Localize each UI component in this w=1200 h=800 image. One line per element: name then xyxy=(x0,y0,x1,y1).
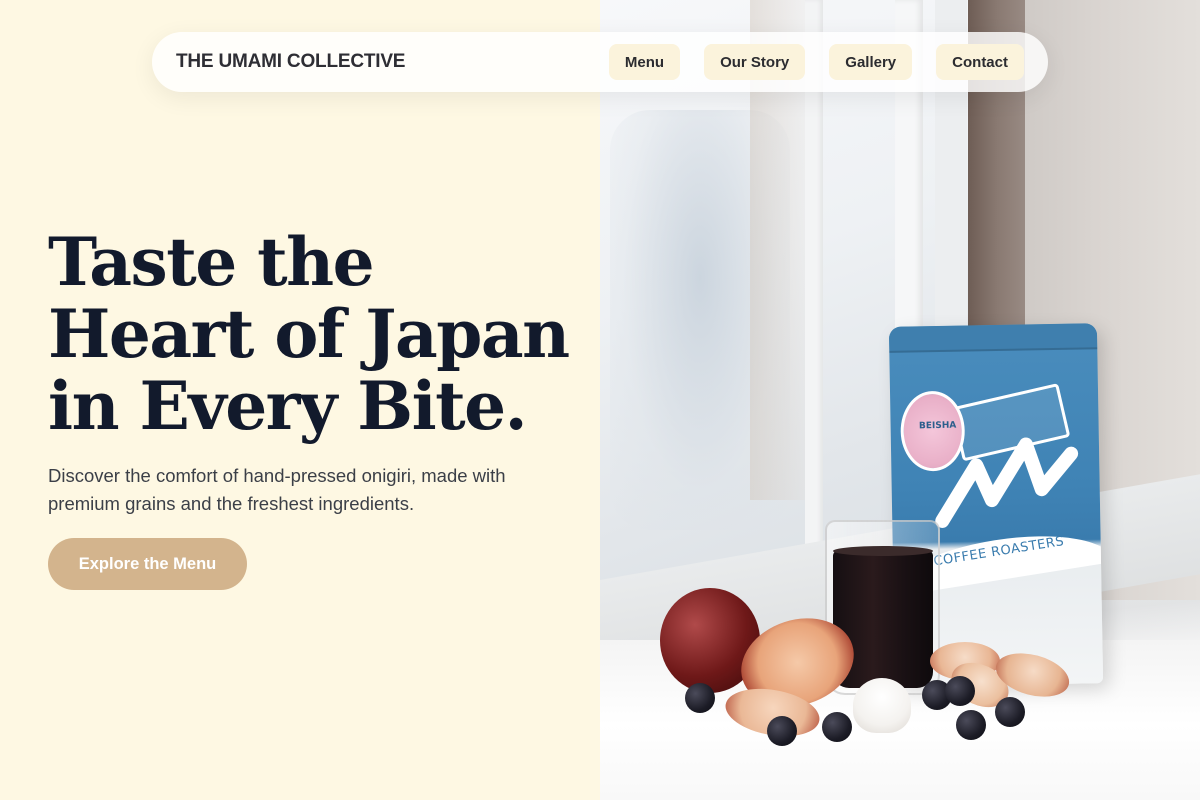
hero-subtitle: Discover the comfort of hand-pressed oni… xyxy=(48,465,506,514)
hero-section: Taste the Heart of Japan in Every Bite. … xyxy=(48,226,588,590)
top-navbar: THE UMAMI COLLECTIVE Menu Our Story Gall… xyxy=(152,32,1048,92)
hero-title: Taste the Heart of Japan in Every Bite. xyxy=(48,226,588,442)
blackberry xyxy=(767,716,797,746)
explore-menu-button[interactable]: Explore the Menu xyxy=(48,538,247,590)
blackberry xyxy=(956,710,986,740)
nav-links: Menu Our Story Gallery Contact xyxy=(608,44,1024,80)
nav-link-our-story[interactable]: Our Story xyxy=(704,44,806,80)
blackberry xyxy=(685,683,715,713)
hero-photo: BEISHA COFFEE ROASTERS xyxy=(600,0,1200,800)
nav-link-menu[interactable]: Menu xyxy=(608,44,681,80)
nav-link-gallery[interactable]: Gallery xyxy=(829,44,913,80)
whipped-cream xyxy=(853,678,911,733)
hero-title-line: Heart of Japan xyxy=(48,295,570,373)
blackberry xyxy=(945,676,975,706)
blackberry xyxy=(822,712,852,742)
brand-name[interactable]: THE UMAMI COLLECTIVE xyxy=(176,51,405,73)
blackberry xyxy=(995,697,1025,727)
hero-title-line: in Every Bite. xyxy=(48,367,528,445)
nav-link-contact[interactable]: Contact xyxy=(936,44,1024,80)
hero-title-line: Taste the xyxy=(48,223,375,301)
